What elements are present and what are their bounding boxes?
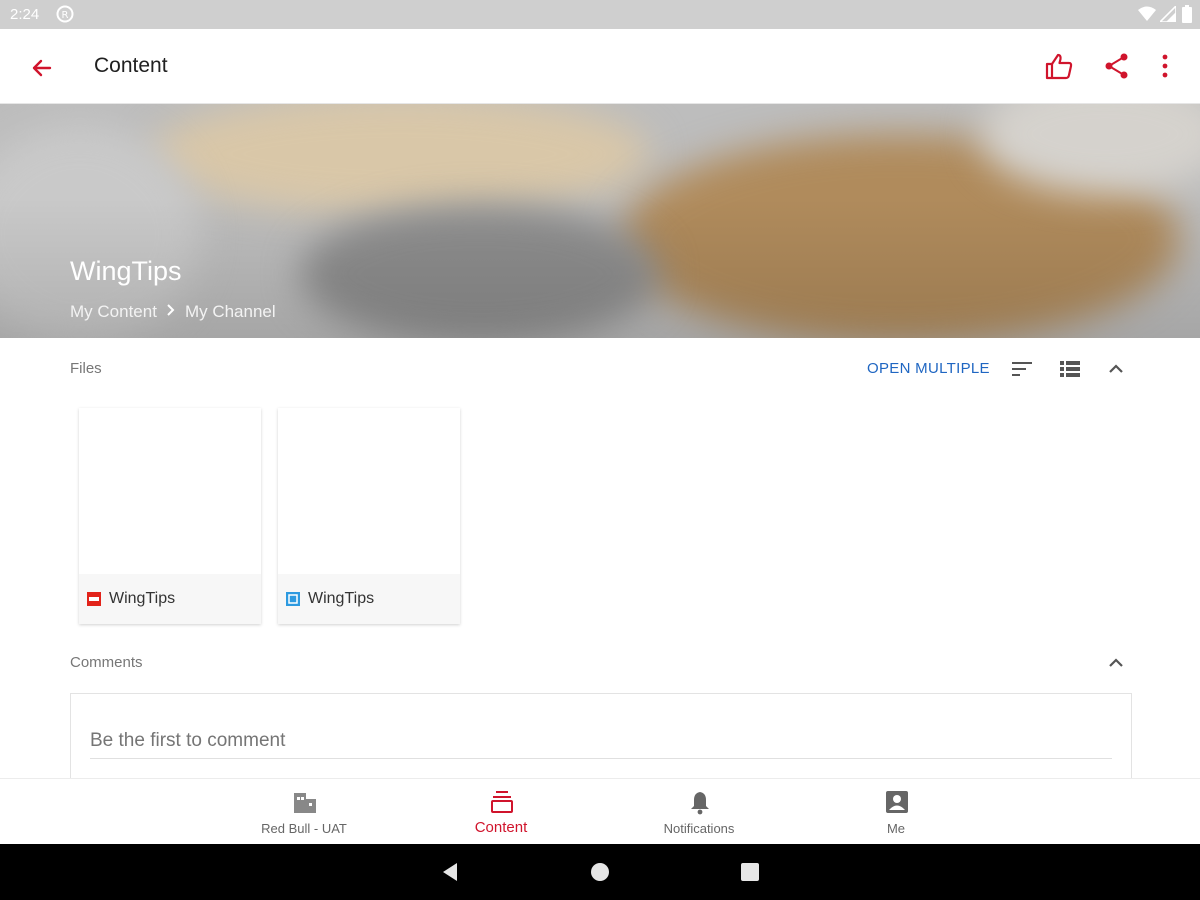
file-card-footer: WingTips xyxy=(278,574,460,624)
svg-text:R: R xyxy=(62,10,69,21)
status-bar: 2:24 R xyxy=(0,0,1200,29)
status-time: 2:24 xyxy=(10,6,40,23)
file-name: WingTips xyxy=(109,590,176,607)
breadcrumb-item[interactable]: My Channel xyxy=(185,302,276,322)
nav-item-notifications[interactable]: Notifications xyxy=(609,779,789,845)
nav-label: Red Bull - UAT xyxy=(261,821,347,836)
file-card[interactable]: WingTips xyxy=(278,408,460,624)
system-recents-icon[interactable] xyxy=(738,860,762,884)
bell-icon xyxy=(687,789,713,815)
breadcrumb: My Content My Channel xyxy=(70,302,276,322)
file-name: WingTips xyxy=(308,590,375,607)
collapse-icon[interactable] xyxy=(1103,650,1129,676)
files-section-label: Files xyxy=(70,360,102,377)
pdf-file-icon xyxy=(87,592,101,606)
share-icon[interactable] xyxy=(1102,51,1132,81)
nav-label: Content xyxy=(474,819,528,836)
sort-icon[interactable] xyxy=(1009,356,1035,382)
like-icon[interactable] xyxy=(1044,51,1074,81)
open-multiple-button[interactable]: OPEN MULTIPLE xyxy=(867,360,990,377)
hero-banner: WingTips My Content My Channel xyxy=(0,104,1200,338)
nav-label: Me xyxy=(886,821,906,836)
collapse-icon[interactable] xyxy=(1103,356,1129,382)
breadcrumb-item[interactable]: My Content xyxy=(70,302,157,322)
comment-input[interactable] xyxy=(90,730,1112,759)
content-stack-icon xyxy=(489,789,515,815)
more-icon[interactable] xyxy=(1150,51,1180,81)
profile-icon xyxy=(884,789,910,815)
list-view-icon[interactable] xyxy=(1057,356,1083,382)
chevron-right-icon xyxy=(165,302,177,322)
app-screen: 2:24 R Content WingTips My Content My Ch… xyxy=(0,0,1200,900)
system-navigation-bar xyxy=(0,844,1200,900)
page-title: Content xyxy=(94,54,168,77)
bottom-navigation: Red Bull - UAT Content Notifications Me xyxy=(0,778,1200,844)
nav-item-content[interactable]: Content xyxy=(411,779,591,845)
app-bar: Content xyxy=(0,29,1200,104)
back-arrow-icon[interactable] xyxy=(28,54,56,82)
comments-section-label: Comments xyxy=(70,654,143,671)
nav-item-me[interactable]: Me xyxy=(806,779,986,845)
hero-title: WingTips xyxy=(70,256,182,286)
nav-item-red-bull-uat[interactable]: Red Bull - UAT xyxy=(214,779,394,845)
buildings-icon xyxy=(292,789,318,815)
wifi-icon xyxy=(1138,6,1156,27)
notification-icon: R xyxy=(56,5,74,28)
file-card[interactable]: WingTips xyxy=(79,408,261,624)
nav-label: Notifications xyxy=(663,821,735,836)
file-card-footer: WingTips xyxy=(79,574,261,624)
system-back-icon[interactable] xyxy=(438,860,462,884)
signal-icon xyxy=(1158,4,1177,27)
battery-icon xyxy=(1182,5,1192,28)
doc-file-icon xyxy=(286,592,300,606)
system-home-icon[interactable] xyxy=(588,860,612,884)
